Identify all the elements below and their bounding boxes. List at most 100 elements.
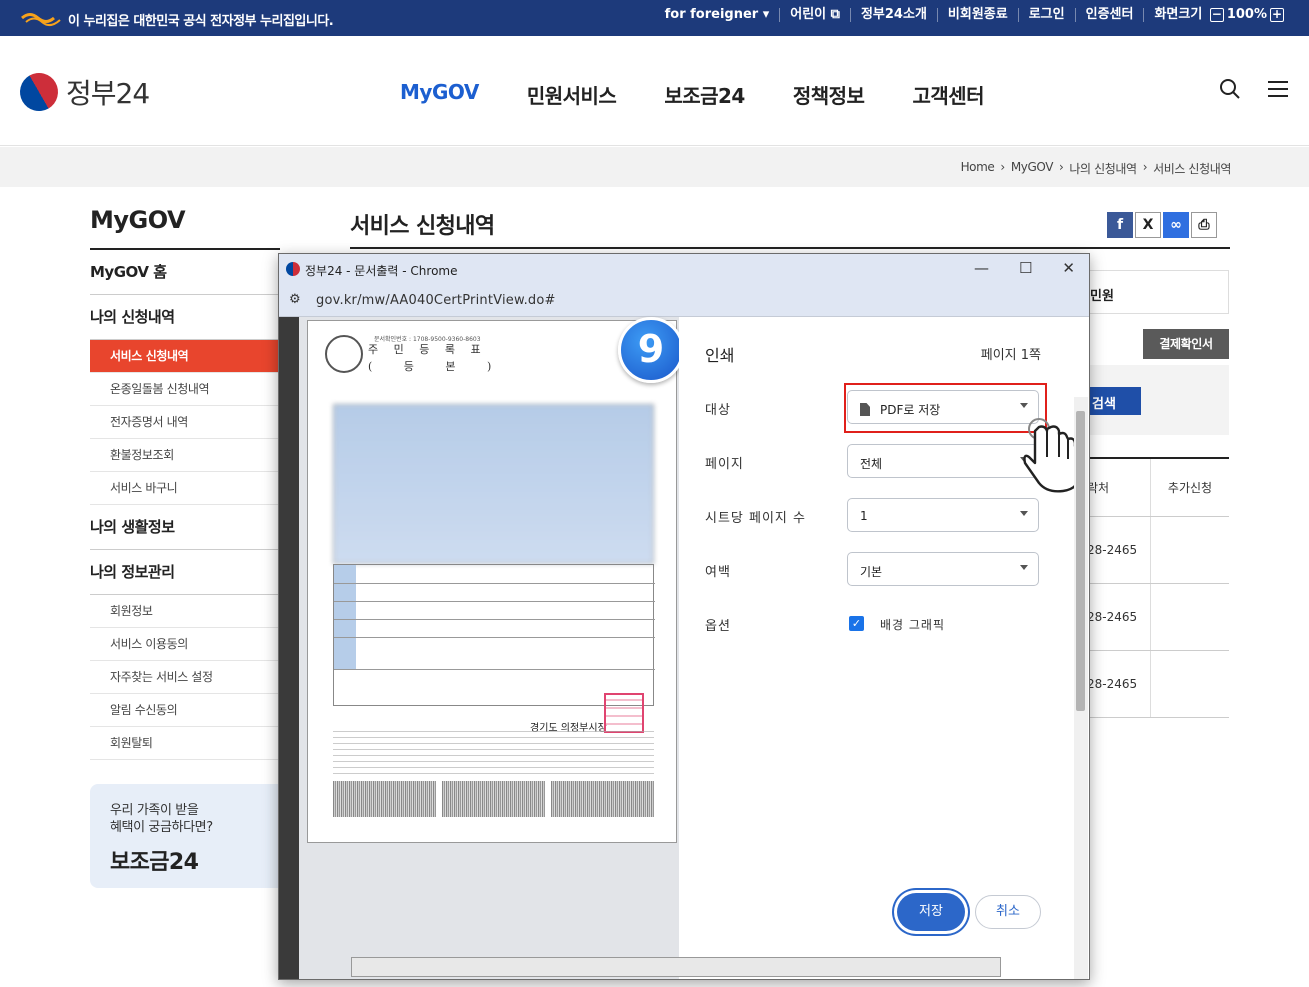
search-icon[interactable] [1219, 78, 1241, 100]
payment-receipt-button[interactable]: 결제확인서 [1143, 329, 1229, 359]
nav-customer-center[interactable]: 고객센터 [912, 80, 984, 109]
sidebar-item-favorite-settings[interactable]: 자주찾는 서비스 설정 [90, 661, 280, 694]
breadcrumb: Home › MyGOV › 나의 신청내역 › 서비스 신청내역 [961, 160, 1232, 177]
popup-window-title: 정부24 - 문서출력 - Chrome [305, 264, 458, 278]
table-header: 락처 추가신청 [1085, 459, 1229, 517]
table-cell: 28-2465 [1085, 517, 1151, 583]
popup-body: 문서확인번호 : 1708-9500-9360-8603 주 민 등 록 표 (… [279, 317, 1089, 979]
print-icon[interactable]: ⎙ [1191, 212, 1217, 238]
main-nav: MyGOV 민원서비스 보조금24 정책정보 고객센터 [400, 80, 985, 109]
pages-select[interactable]: 전체 [847, 444, 1039, 478]
maximize-icon[interactable]: ☐ [1019, 259, 1032, 277]
nav-subsidy[interactable]: 보조금24 [664, 80, 745, 109]
subsidy-banner[interactable]: 우리 가족이 받을 혜택이 궁금하다면? 보조금24 [90, 784, 290, 888]
chevron-right-icon: › [1059, 160, 1064, 174]
about-link[interactable]: 정부24소개 [851, 8, 938, 22]
nav-mygov[interactable]: MyGOV [400, 80, 479, 109]
print-title: 인쇄 [705, 346, 735, 365]
favicon-icon [286, 262, 300, 276]
options-label: 옵션 [705, 619, 731, 634]
egov-logo-icon [21, 13, 61, 26]
applications-table: 락처 추가신청 28-2465 28-2465 28-2465 [1085, 457, 1229, 718]
crumb-home[interactable]: Home [961, 160, 995, 177]
header-icons [1219, 78, 1289, 100]
column-additional: 추가신청 [1167, 481, 1213, 495]
pages-per-sheet-value: 1 [860, 509, 868, 523]
pages-value: 전체 [860, 457, 883, 471]
screen-size-control: 화면크기 −100% + [1154, 7, 1284, 22]
sidebar-item-refunds[interactable]: 환불정보조회 [90, 439, 280, 472]
x-icon[interactable]: X [1135, 212, 1161, 238]
horizontal-scrollbar[interactable] [351, 957, 1001, 977]
cert-center-link[interactable]: 인증센터 [1076, 8, 1145, 22]
sidebar-item-e-certificates[interactable]: 전자증명서 내역 [90, 406, 280, 439]
breadcrumb-band: Home › MyGOV › 나의 신청내역 › 서비스 신청내역 [0, 147, 1309, 187]
destination-label: 대상 [705, 403, 731, 418]
popup-scrollbar[interactable] [1074, 397, 1088, 979]
guest-exit-link[interactable]: 비회원종료 [938, 8, 1019, 22]
sidebar-item-member-info[interactable]: 회원정보 [90, 595, 280, 628]
banner-line-2: 혜택이 궁금하다면? [110, 820, 213, 835]
nav-civil-service[interactable]: 민원서비스 [527, 80, 617, 109]
popup-url[interactable]: gov.kr/mw/AA040CertPrintView.do# [316, 293, 556, 308]
document-table-rule [334, 637, 655, 638]
menu-icon[interactable] [1267, 78, 1289, 100]
document-table [333, 564, 655, 706]
dropdown-arrow-icon [1020, 565, 1028, 570]
sidebar-group-my-applications[interactable]: 나의 신청내역 [90, 295, 280, 340]
document-table-blue-column [334, 565, 356, 669]
sidebar-group-life-info[interactable]: 나의 생활정보 [90, 505, 280, 550]
print-settings-panel: 인쇄 페이지 1쪽 대상 PDF로 저장 페이지 전체 시트당 페이지 수 1 … [679, 317, 1089, 979]
highlight-box [844, 383, 1047, 433]
barcode-icon [333, 781, 436, 817]
margins-select[interactable]: 기본 [847, 552, 1039, 586]
sidebar-item-service-consent[interactable]: 서비스 이용동의 [90, 628, 280, 661]
save-button[interactable]: 저장 [897, 893, 965, 931]
sidebar-item-notification-consent[interactable]: 알림 수신동의 [90, 694, 280, 727]
table-cell [1151, 651, 1229, 717]
step-number-badge: 9 [618, 317, 684, 383]
facebook-icon[interactable]: f [1107, 212, 1133, 238]
crumb-service-applications[interactable]: 서비스 신청내역 [1153, 160, 1231, 177]
category-box[interactable]: 민원 [1085, 270, 1229, 314]
site-settings-icon[interactable]: ⚙ [289, 292, 301, 307]
sidebar-item-service-applications[interactable]: 서비스 신청내역 [90, 340, 280, 373]
document-preview[interactable]: 문서확인번호 : 1708-9500-9360-8603 주 민 등 록 표 (… [307, 320, 677, 843]
site-logo[interactable]: 정부24 [13, 66, 150, 118]
page-title: 서비스 신청내역 [350, 214, 495, 239]
share-buttons: f X ∞ ⎙ [1107, 212, 1217, 238]
document-heading: 주 민 등 록 표 [368, 343, 487, 356]
document-table-rule [334, 619, 655, 620]
window-controls: — ☐ ✕ [974, 259, 1075, 277]
crumb-mygov[interactable]: MyGOV [1011, 160, 1054, 177]
nav-policy[interactable]: 정책정보 [793, 80, 865, 109]
round-stamp-icon [325, 335, 363, 373]
cancel-button[interactable]: 취소 [975, 895, 1041, 929]
search-button[interactable]: 검색 [1088, 387, 1141, 415]
sidebar-item-withdraw[interactable]: 회원탈퇴 [90, 727, 280, 760]
zoom-in-button[interactable]: + [1270, 8, 1284, 22]
scrollbar-thumb[interactable] [1076, 411, 1085, 711]
link-icon[interactable]: ∞ [1163, 212, 1189, 238]
foreigner-link[interactable]: for foreigner ▾ [655, 8, 781, 22]
table-cell: 28-2465 [1085, 651, 1151, 717]
margins-label: 여백 [705, 565, 731, 580]
print-popup-window: 정부24 - 문서출력 - Chrome — ☐ ✕ ⚙ gov.kr/mw/A… [278, 253, 1090, 980]
sidebar-item-mygov-home[interactable]: MyGOV 홈 [90, 250, 280, 295]
sidebar-item-childcare[interactable]: 온종일돌봄 신청내역 [90, 373, 280, 406]
sidebar-item-service-basket[interactable]: 서비스 바구니 [90, 472, 280, 505]
sidebar-group-my-info[interactable]: 나의 정보관리 [90, 550, 280, 595]
background-graphics-checkbox[interactable]: ✓ [849, 616, 864, 631]
blurred-personal-data [333, 404, 654, 564]
pages-label: 페이지 [705, 457, 744, 472]
close-icon[interactable]: ✕ [1062, 259, 1075, 277]
minimize-icon[interactable]: — [974, 259, 989, 277]
crumb-my-applications[interactable]: 나의 신청내역 [1069, 160, 1137, 177]
kids-link[interactable]: 어린이 ⧉ [780, 8, 851, 22]
login-link[interactable]: 로그인 [1019, 8, 1076, 22]
background-graphics-label[interactable]: 배경 그래픽 [880, 616, 945, 633]
zoom-out-button[interactable]: − [1209, 8, 1224, 22]
document-table-rule [334, 583, 655, 584]
table-cell: 28-2465 [1085, 584, 1151, 650]
pages-per-sheet-select[interactable]: 1 [847, 498, 1039, 532]
